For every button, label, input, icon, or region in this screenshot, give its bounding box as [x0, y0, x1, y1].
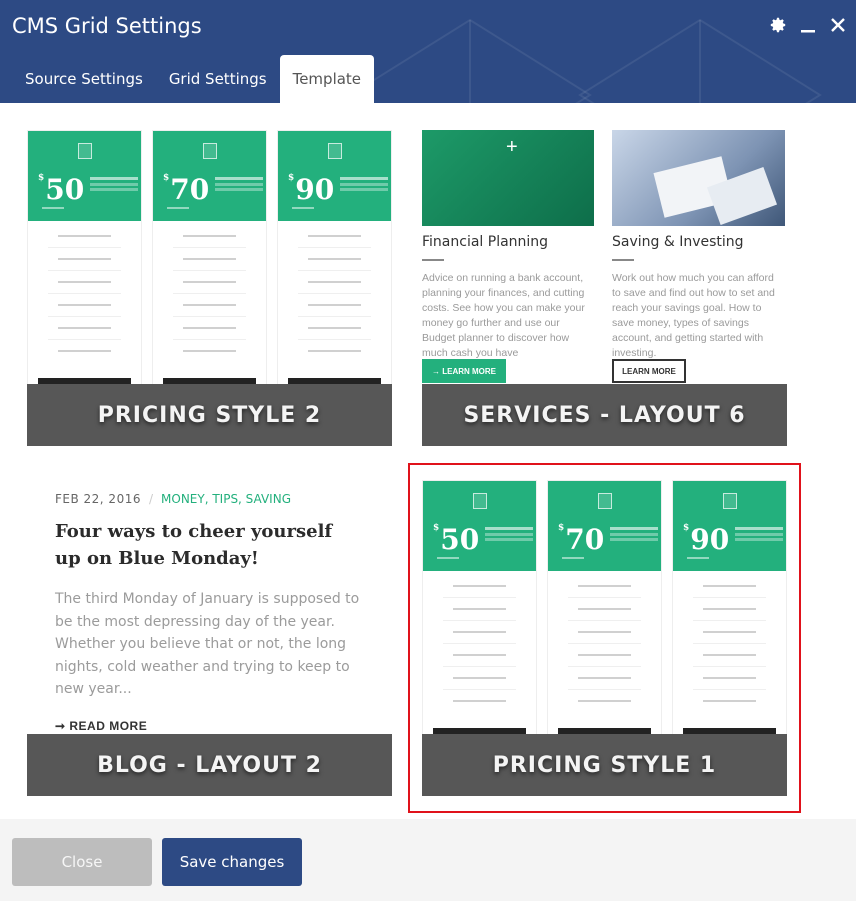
- tab-bar: Source Settings Grid Settings Template: [12, 55, 375, 103]
- plan-icon: [472, 493, 487, 509]
- service-item: + Financial Planning Advice on running a…: [422, 130, 594, 383]
- template-label: SERVICES - LAYOUT 6: [422, 384, 787, 446]
- close-icon[interactable]: [828, 14, 848, 36]
- pricing-column: $50: [27, 130, 142, 405]
- plan-icon: [722, 493, 737, 509]
- plan-icon: [77, 143, 92, 159]
- price-value: $90: [683, 523, 730, 556]
- plan-icon: [202, 143, 217, 159]
- pricing-column: $90: [672, 480, 787, 755]
- plan-icon: [597, 493, 612, 509]
- template-label: PRICING STYLE 1: [422, 734, 787, 796]
- tab-template[interactable]: Template: [279, 55, 375, 103]
- learn-more-button: LEARN MORE: [612, 359, 686, 383]
- service-text: Advice on running a bank account, planni…: [422, 272, 585, 359]
- service-image: [612, 130, 785, 226]
- service-text: Work out how much you can afford to save…: [612, 272, 775, 359]
- template-label: PRICING STYLE 2: [27, 384, 392, 446]
- template-card-pricing-style-1[interactable]: $50 $70 $90 PRICING STYLE 1: [422, 480, 787, 796]
- gear-icon[interactable]: [768, 14, 788, 36]
- plan-icon: [327, 143, 342, 159]
- blog-meta: FEB 22, 2016/MONEY, TIPS, SAVING: [55, 492, 291, 506]
- blog-date: FEB 22, 2016: [55, 492, 141, 506]
- learn-more-button: → LEARN MORE: [422, 359, 506, 383]
- service-item: Saving & Investing Work out how much you…: [612, 130, 785, 383]
- pricing-preview: $50 $70 $90: [422, 480, 787, 755]
- template-card-blog-layout-2[interactable]: FEB 22, 2016/MONEY, TIPS, SAVING Four wa…: [27, 480, 392, 796]
- dialog-header: CMS Grid Settings Source Settings Grid S…: [0, 0, 856, 103]
- price-value: $50: [433, 523, 480, 556]
- price-value: $70: [558, 523, 605, 556]
- pricing-preview: $50 $70 $90: [27, 130, 392, 405]
- blog-title: Four ways to cheer yourself up on Blue M…: [55, 521, 333, 569]
- template-card-pricing-style-2[interactable]: $50 $70 $90 PRICING STYLE 2: [27, 130, 392, 446]
- tab-source-settings[interactable]: Source Settings: [12, 55, 156, 103]
- dialog-title: CMS Grid Settings: [12, 14, 202, 38]
- template-grid: $50 $70 $90 PRICING STYLE 2 + Financial …: [0, 103, 856, 819]
- pricing-column: $70: [547, 480, 662, 755]
- window-controls: [768, 14, 848, 36]
- price-value: $50: [38, 173, 85, 206]
- save-changes-button[interactable]: Save changes: [162, 838, 302, 886]
- plus-icon: +: [506, 136, 518, 158]
- service-title: Financial Planning: [422, 234, 549, 250]
- blog-excerpt: The third Monday of January is supposed …: [55, 591, 360, 697]
- price-value: $90: [288, 173, 335, 206]
- dialog-footer: Close Save changes: [0, 819, 856, 901]
- template-card-services-layout-6[interactable]: + Financial Planning Advice on running a…: [422, 130, 787, 446]
- read-more-link: ➞ READ MORE: [55, 718, 148, 733]
- cms-grid-settings-dialog: CMS Grid Settings Source Settings Grid S…: [0, 0, 856, 901]
- service-title: Saving & Investing: [612, 234, 744, 250]
- minimize-icon[interactable]: [798, 14, 818, 36]
- tab-grid-settings[interactable]: Grid Settings: [156, 55, 280, 103]
- close-button[interactable]: Close: [12, 838, 152, 886]
- pricing-column: $70: [152, 130, 267, 405]
- pricing-column: $90: [277, 130, 392, 405]
- service-image: +: [422, 130, 594, 226]
- pricing-column: $50: [422, 480, 537, 755]
- template-label: BLOG - LAYOUT 2: [27, 734, 392, 796]
- price-value: $70: [163, 173, 210, 206]
- blog-categories: MONEY, TIPS, SAVING: [161, 492, 291, 506]
